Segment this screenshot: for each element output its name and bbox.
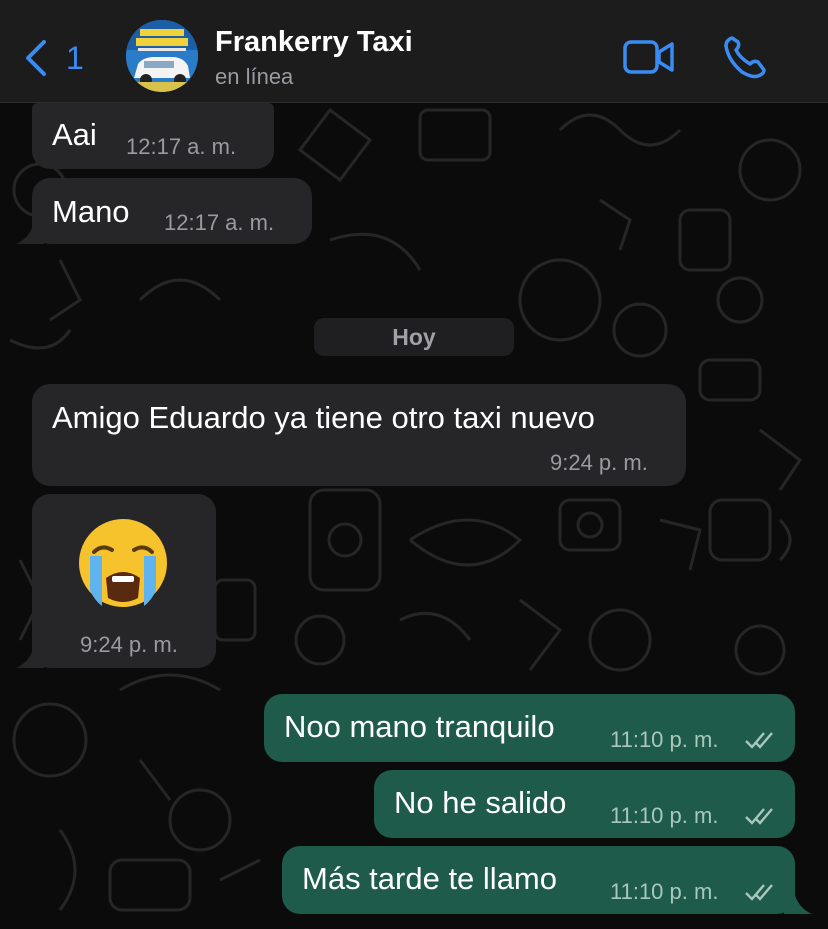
double-check-icon — [745, 884, 773, 901]
video-camera-icon[interactable] — [622, 38, 676, 76]
message-text: Amigo Eduardo ya tiene otro taxi nuevo — [52, 400, 595, 435]
chevron-left-icon — [26, 40, 46, 76]
date-separator: Hoy — [314, 318, 514, 356]
contact-status: en línea — [215, 64, 294, 89]
bubble-tail — [16, 642, 44, 668]
unread-count: 1 — [66, 39, 84, 76]
message-bubble-outgoing[interactable]: No he salido 11:10 p. m. — [374, 770, 795, 838]
message-bubble-outgoing[interactable]: Noo mano tranquilo 11:10 p. m. — [264, 694, 795, 762]
message-time: 11:10 p. m. — [610, 803, 719, 828]
bubble-tail — [784, 888, 812, 914]
contact-name[interactable]: Frankerry Taxi — [215, 26, 413, 59]
double-check-icon — [745, 808, 773, 825]
taxi-avatar-image — [126, 20, 198, 92]
crying-face-emoji — [79, 519, 167, 607]
message-bubble-incoming[interactable]: Mano 12:17 a. m. — [32, 178, 312, 244]
message-bubble-outgoing[interactable]: Más tarde te llamo 11:10 p. m. — [282, 846, 795, 914]
message-time: 11:10 p. m. — [610, 879, 719, 904]
message-text: Mano — [52, 194, 130, 229]
message-bubble-incoming[interactable]: Amigo Eduardo ya tiene otro taxi nuevo 9… — [32, 384, 686, 486]
bubble-tail — [16, 218, 44, 244]
message-time: 9:24 p. m. — [550, 450, 648, 475]
message-text: Noo mano tranquilo — [284, 709, 555, 744]
message-time: 12:17 a. m. — [164, 210, 275, 235]
double-check-icon — [745, 732, 773, 749]
contact-avatar[interactable] — [126, 20, 198, 92]
phone-icon[interactable] — [722, 34, 768, 80]
back-button[interactable]: 1 — [22, 38, 84, 78]
message-text: No he salido — [394, 785, 567, 820]
message-text: Más tarde te llamo — [302, 861, 557, 896]
chat-header: 1 Frankerry Taxi en línea — [0, 0, 828, 103]
message-text: Aai — [52, 117, 97, 152]
message-time: 11:10 p. m. — [610, 727, 719, 752]
message-bubble-incoming[interactable]: 😭 9:24 p. m. — [32, 494, 216, 668]
message-bubble-incoming[interactable]: Aai 12:17 a. m. — [32, 103, 274, 169]
message-time: 12:17 a. m. — [126, 134, 237, 159]
message-time: 9:24 p. m. — [80, 632, 178, 657]
